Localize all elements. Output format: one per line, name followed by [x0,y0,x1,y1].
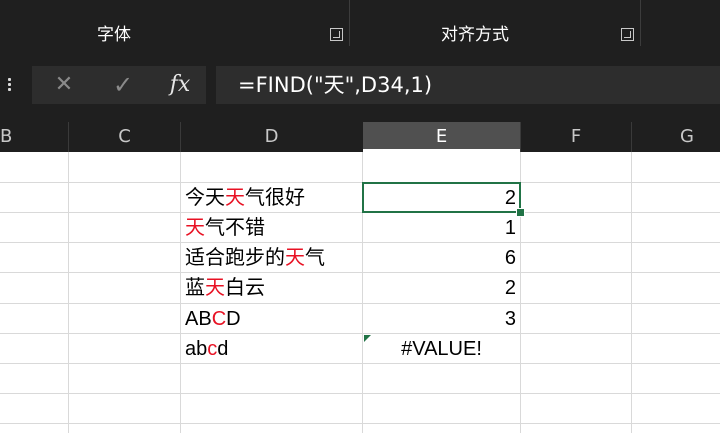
ribbon-divider [349,0,350,46]
text-run: 蓝 [185,277,205,299]
text-run: 气 [305,247,325,269]
cell-e-row6-error[interactable]: #VALUE! [364,334,519,364]
cell-e-row5[interactable]: 3 [364,304,516,334]
text-run: ab [185,338,208,360]
formula-text: =FIND("天",D34,1) [238,73,433,97]
fill-handle[interactable] [516,208,525,217]
highlighted-text-run: C [211,308,227,330]
text-run: 今 [185,187,205,209]
text-run: 适合跑步的 [185,247,285,269]
column-header-b[interactable]: B [0,122,12,152]
grid-line [180,152,181,433]
highlighted-text-run: 天 [185,217,205,239]
text-run: D [226,308,241,330]
cell-d-row6[interactable]: abcd [185,334,360,364]
ribbon-divider [640,0,641,46]
grid-line [68,152,69,433]
text-run: 天 [205,187,225,209]
name-box-resize-handle-icon[interactable] [4,76,14,96]
grid-line [0,182,720,183]
grid-line [0,303,720,304]
highlighted-text-run: 天 [285,247,305,269]
column-header-f[interactable]: F [521,122,631,152]
cell-e-row2[interactable]: 1 [364,213,516,243]
cancel-icon[interactable]: ✕ [42,66,86,104]
column-header-c[interactable]: C [69,122,180,152]
insert-function-button[interactable]: fx [158,66,202,104]
ribbon-group-font-label: 字体 [97,25,131,45]
enter-icon[interactable]: ✓ [101,66,145,104]
alignment-dialog-launcher-icon[interactable] [621,28,634,41]
error-indicator-icon[interactable] [364,335,371,342]
column-header-g[interactable]: G [632,122,720,152]
text-run: d [217,338,229,360]
grid-line [0,363,720,364]
text-run: 气不错 [205,217,265,239]
grid-line [0,423,720,424]
highlighted-text-run: c [207,338,218,360]
cell-d-row2[interactable]: 天气不错 [185,213,360,243]
cell-e-row3[interactable]: 6 [364,243,516,273]
text-run: 白云 [225,277,265,299]
grid-line [0,242,720,243]
column-header-e[interactable]: E [363,122,520,152]
cell-e-row4[interactable]: 2 [364,273,516,303]
column-header-d[interactable]: D [181,122,362,152]
cell-d-row5[interactable]: ABCD [185,304,360,334]
highlighted-text-run: 天 [225,187,245,209]
cell-d-row1[interactable]: 今天天气很好 [185,183,360,213]
grid-line [0,272,720,273]
grid-line [0,212,720,213]
grid-line [631,152,632,433]
ribbon-group-alignment-label: 对齐方式 [441,25,509,45]
cell-d-row3[interactable]: 适合跑步的天气 [185,243,360,273]
cell-d-row4[interactable]: 蓝天白云 [185,273,360,303]
grid-line [0,393,720,394]
highlighted-text-run: 天 [205,277,225,299]
active-cell-border [362,182,521,213]
grid-line [0,333,720,334]
text-run: AB [185,308,212,330]
text-run: 气很好 [245,187,305,209]
font-dialog-launcher-icon[interactable] [330,28,343,41]
